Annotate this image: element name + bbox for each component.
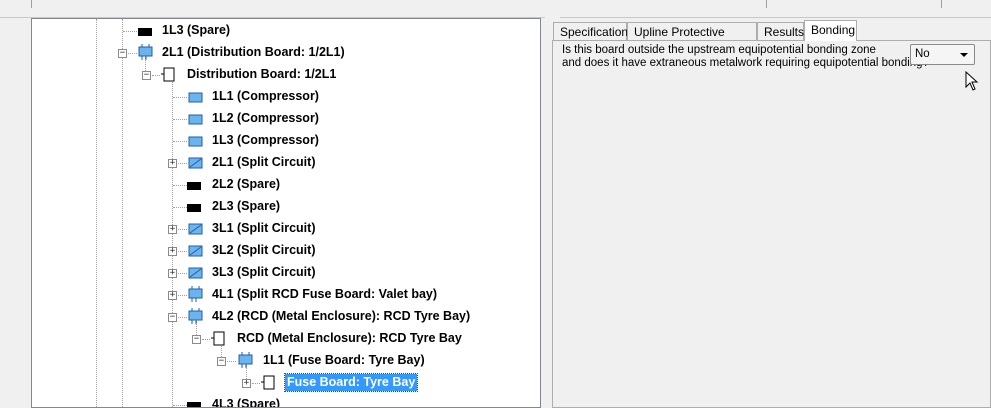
tree-line <box>173 185 187 186</box>
expand-toggle[interactable]: + <box>242 379 251 388</box>
tree-line <box>152 75 160 76</box>
tree-line <box>173 97 187 98</box>
tree-item-label: 4L1 (Split RCD Fuse Board: Valet bay) <box>212 287 438 301</box>
tree-item-label: 2L2 (Spare) <box>212 177 281 191</box>
tree-line <box>173 405 187 406</box>
tree-item[interactable]: 1L3 (Spare) <box>32 21 532 41</box>
tree-item-label: Distribution Board: 1/2L1 <box>187 67 337 81</box>
tree-line <box>173 119 187 120</box>
tree-item-label: 4L3 (Spare) <box>212 397 281 408</box>
distribution-board-icon <box>238 352 253 368</box>
mouse-cursor-icon <box>965 71 979 91</box>
spare-block-icon <box>187 204 201 212</box>
tab-specification[interactable]: Specification <box>553 22 629 40</box>
collapse-toggle[interactable]: − <box>168 313 177 322</box>
tree-item-label: 1L3 (Compressor) <box>212 133 319 147</box>
circuit-tree-view[interactable]: 1L3 (Spare) − 2L1 (Distribution Board: 1… <box>31 18 541 408</box>
toolbar-separator <box>941 0 942 8</box>
details-panel: Specification Upline Protective Device R… <box>551 19 991 408</box>
collapse-toggle[interactable]: − <box>118 49 127 58</box>
bonding-answer-value: No <box>915 48 930 60</box>
tree-line <box>123 31 137 32</box>
tab-upline-protective-device[interactable]: Upline Protective Device <box>627 22 757 57</box>
split-circuit-icon <box>188 245 203 257</box>
circuit-icon <box>188 92 203 103</box>
bonding-question-line: and does it have extraneous metalwork re… <box>562 57 929 69</box>
bonding-question-line: Is this board outside the upstream equip… <box>562 44 876 56</box>
bonding-question: Is this board outside the upstream equip… <box>562 44 929 70</box>
distribution-board-icon <box>188 286 203 302</box>
tree-item[interactable]: 1L2 (Compressor) <box>32 109 532 129</box>
tree-item-label: 4L2 (RCD (Metal Enclosure): RCD Tyre Bay… <box>212 309 471 323</box>
expand-toggle[interactable]: + <box>168 159 177 168</box>
tree-item-label: 2L1 (Distribution Board: 1/2L1) <box>162 45 345 59</box>
circuit-icon <box>188 136 203 147</box>
tree-item[interactable]: + 2L1 (Split Circuit) <box>32 153 532 173</box>
tree-item-label: 3L1 (Split Circuit) <box>212 221 316 235</box>
tree-item[interactable]: + 4L1 (Split RCD Fuse Board: Valet bay) <box>32 285 532 305</box>
tree-item[interactable]: − Distribution Board: 1/2L1 <box>32 65 532 85</box>
tree-item[interactable]: 1L3 (Compressor) <box>32 131 532 151</box>
expand-toggle[interactable]: + <box>168 225 177 234</box>
board-node-icon <box>161 67 175 82</box>
tab-label: Specification <box>560 25 629 39</box>
distribution-board-icon <box>188 308 203 324</box>
tree-line <box>202 339 210 340</box>
expand-toggle[interactable]: + <box>168 291 177 300</box>
expand-toggle[interactable]: + <box>168 247 177 256</box>
board-node-icon <box>211 331 225 346</box>
split-circuit-icon <box>188 223 203 235</box>
tree-item[interactable]: 1L1 (Compressor) <box>32 87 532 107</box>
spare-block-icon <box>187 182 201 190</box>
top-divider-right <box>560 17 991 18</box>
toolbar-separator <box>766 0 767 8</box>
tree-line <box>252 383 260 384</box>
split-circuit-icon <box>188 157 203 169</box>
board-node-icon <box>261 375 275 390</box>
tree-item-label: 3L3 (Split Circuit) <box>212 265 316 279</box>
bonding-tab-content: Is this board outside the upstream equip… <box>552 40 991 408</box>
tree-item[interactable]: + 3L1 (Split Circuit) <box>32 219 532 239</box>
spare-block-icon <box>187 402 201 407</box>
collapse-toggle[interactable]: − <box>217 357 226 366</box>
tree-line <box>173 141 187 142</box>
collapse-toggle[interactable]: − <box>192 335 201 344</box>
tree-item[interactable]: 4L3 (Spare) <box>32 395 532 408</box>
circuit-icon <box>188 114 203 125</box>
tree-item[interactable]: − RCD (Metal Enclosure): RCD Tyre Bay <box>32 329 532 349</box>
tree-item-label: 1L1 (Fuse Board: Tyre Bay) <box>263 353 425 367</box>
tree-line <box>227 361 236 362</box>
split-circuit-icon <box>188 267 203 279</box>
tree-item-label: Fuse Board: Tyre Bay <box>283 373 419 392</box>
distribution-board-icon <box>138 44 153 60</box>
toolbar-separator <box>31 0 32 8</box>
top-toolbar-strip <box>0 0 991 18</box>
tree-item[interactable]: − 4L2 (RCD (Metal Enclosure): RCD Tyre B… <box>32 307 532 327</box>
tree-item[interactable]: + 3L3 (Split Circuit) <box>32 263 532 283</box>
tab-results[interactable]: Results <box>757 22 804 40</box>
tree-item-label: 3L2 (Split Circuit) <box>212 243 316 257</box>
tab-label: Bonding <box>811 23 856 37</box>
chevron-down-icon <box>960 53 968 57</box>
tree-item-label: RCD (Metal Enclosure): RCD Tyre Bay <box>237 331 462 345</box>
bonding-answer-dropdown[interactable]: No <box>910 44 975 65</box>
tree-item-label: 1L3 (Spare) <box>162 23 231 37</box>
tree-item-label: 1L2 (Compressor) <box>212 111 319 125</box>
tree-item-label: 1L1 (Compressor) <box>212 89 319 103</box>
tree-item-label: 2L1 (Split Circuit) <box>212 155 316 169</box>
spare-block-icon <box>138 28 152 36</box>
tab-bonding[interactable]: Bonding <box>804 20 857 41</box>
tree-item[interactable]: 2L2 (Spare) <box>32 175 532 195</box>
tree-item[interactable]: 2L3 (Spare) <box>32 197 532 217</box>
tree-item-selected[interactable]: + Fuse Board: Tyre Bay <box>32 373 532 393</box>
collapse-toggle[interactable]: − <box>142 71 151 80</box>
tree-line <box>173 207 187 208</box>
tree-item-label: 2L3 (Spare) <box>212 199 281 213</box>
expand-toggle[interactable]: + <box>168 269 177 278</box>
tree-item[interactable]: − 1L1 (Fuse Board: Tyre Bay) <box>32 351 532 371</box>
tab-label: Results <box>764 25 805 39</box>
tree-item[interactable]: + 3L2 (Split Circuit) <box>32 241 532 261</box>
tree-item[interactable]: − 2L1 (Distribution Board: 1/2L1) <box>32 43 532 63</box>
